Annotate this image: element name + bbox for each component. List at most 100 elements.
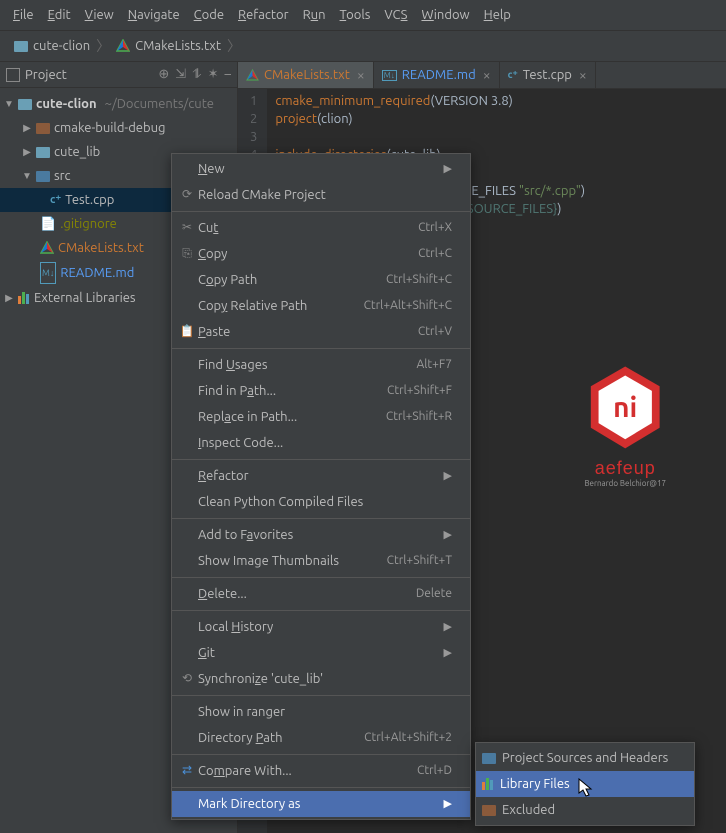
arrow-down-icon: ▼ <box>4 94 14 114</box>
submenu-arrow-icon: ▶ <box>444 467 452 485</box>
cmake-icon <box>246 69 259 82</box>
expand-icon[interactable]: ⇲ <box>175 67 186 82</box>
tree-label: CMakeLists.txt <box>58 238 144 258</box>
tab-label: README.md <box>402 68 476 82</box>
cut-icon: ✂ <box>178 219 196 237</box>
breadcrumb: cute-clion 〉 CMakeLists.txt 〉 <box>0 31 726 62</box>
tree-item-build[interactable]: ▶ cmake-build-debug <box>0 116 237 140</box>
cm-new[interactable]: New▶ <box>172 156 470 182</box>
sm-label: Excluded <box>502 801 555 819</box>
reload-icon: ⟳ <box>178 186 196 204</box>
close-icon[interactable]: × <box>579 67 587 83</box>
collapse-icon[interactable]: ⥮ <box>192 67 201 82</box>
cm-history[interactable]: Local History▶ <box>172 614 470 640</box>
menu-help[interactable]: Help <box>477 4 518 26</box>
menu-code[interactable]: Code <box>187 4 231 26</box>
tab-cmakelists[interactable]: CMakeLists.txt × <box>238 62 374 88</box>
chevron-right-icon: 〉 <box>96 36 110 56</box>
sm-library-files[interactable]: Library Files <box>476 771 694 797</box>
sidebar-header: Project ⊕ ⇲ ⥮ ✶ ⎯ <box>0 62 237 88</box>
menu-tools[interactable]: Tools <box>333 4 378 26</box>
sm-label: Library Files <box>500 775 570 793</box>
tree-label: cmake-build-debug <box>54 118 165 138</box>
menu-vcs[interactable]: VCS <box>377 4 414 26</box>
breadcrumb-root[interactable]: cute-clion <box>8 37 96 55</box>
tab-readme[interactable]: M↓ README.md × <box>374 62 500 88</box>
separator <box>172 754 470 755</box>
tab-test[interactable]: c⁺ Test.cpp × <box>500 62 596 88</box>
submenu-arrow-icon: ▶ <box>444 644 452 662</box>
sm-label: Project Sources and Headers <box>502 749 668 767</box>
cm-findpath[interactable]: Find in Path...Ctrl+Shift+F <box>172 378 470 404</box>
cm-delete[interactable]: Delete...Delete <box>172 581 470 607</box>
editor-tabs: CMakeLists.txt × M↓ README.md × c⁺ Test.… <box>238 62 726 89</box>
cm-dirpath[interactable]: Directory PathCtrl+Alt+Shift+2 <box>172 725 470 751</box>
cm-clean[interactable]: Clean Python Compiled Files <box>172 489 470 515</box>
menu-refactor[interactable]: Refactor <box>231 4 296 26</box>
cm-copy[interactable]: ⎘CopyCtrl+C <box>172 241 470 267</box>
separator <box>172 695 470 696</box>
separator <box>172 211 470 212</box>
cm-paste[interactable]: 📋PasteCtrl+V <box>172 319 470 345</box>
file-icon: 📄 <box>40 214 56 234</box>
menu-view[interactable]: View <box>78 4 121 26</box>
separator <box>172 459 470 460</box>
cm-refactor[interactable]: Refactor▶ <box>172 463 470 489</box>
menu-run[interactable]: Run <box>296 4 333 26</box>
cm-compare[interactable]: ⇄Compare With...Ctrl+D <box>172 758 470 784</box>
cm-ranger[interactable]: Show in ranger <box>172 699 470 725</box>
cm-inspect[interactable]: Inspect Code... <box>172 430 470 456</box>
close-icon[interactable]: × <box>483 67 491 83</box>
folder-icon <box>36 123 50 134</box>
compare-icon: ⇄ <box>178 762 196 780</box>
folder-icon <box>482 753 496 764</box>
menu-file[interactable]: File <box>6 4 41 26</box>
sidebar-title: Project <box>25 68 153 82</box>
separator <box>172 610 470 611</box>
tree-label: External Libraries <box>34 288 136 308</box>
target-icon[interactable]: ⊕ <box>158 67 169 82</box>
tree-label: cute_lib <box>54 142 100 162</box>
cmake-icon <box>116 39 130 53</box>
library-icon <box>18 292 30 304</box>
cm-reload[interactable]: ⟳Reload CMake Project <box>172 182 470 208</box>
gear-icon[interactable]: ✶ <box>208 67 219 82</box>
cm-copypath[interactable]: Copy PathCtrl+Shift+C <box>172 267 470 293</box>
cm-thumbs[interactable]: Show Image ThumbnailsCtrl+Shift+T <box>172 548 470 574</box>
menu-window[interactable]: Window <box>414 4 476 26</box>
library-icon <box>482 778 494 790</box>
arrow-right-icon: ▶ <box>4 288 14 308</box>
close-icon[interactable]: × <box>357 67 365 83</box>
hide-icon[interactable]: ⎯ <box>225 67 232 82</box>
watermark-logo: ni aefeup Bernardo Belchior@17 <box>584 362 666 488</box>
cm-findusages[interactable]: Find UsagesAlt+F7 <box>172 352 470 378</box>
tree-label: .gitignore <box>60 214 117 234</box>
cm-git[interactable]: Git▶ <box>172 640 470 666</box>
breadcrumb-file[interactable]: CMakeLists.txt <box>110 37 227 55</box>
menu-bar: File Edit View Navigate Code Refactor Ru… <box>0 0 726 31</box>
submenu-arrow-icon: ▶ <box>444 526 452 544</box>
arrow-right-icon: ▶ <box>22 142 32 162</box>
sm-excluded[interactable]: Excluded <box>476 797 694 823</box>
tree-label: src <box>54 166 71 186</box>
submenu-arrow-icon: ▶ <box>444 795 452 813</box>
menu-navigate[interactable]: Navigate <box>121 4 187 26</box>
cm-sync[interactable]: ⟲Synchronize 'cute_lib' <box>172 666 470 692</box>
tree-root[interactable]: ▼ cute-clion ~/Documents/cute <box>0 92 237 116</box>
cm-replace[interactable]: Replace in Path...Ctrl+Shift+R <box>172 404 470 430</box>
paste-icon: 📋 <box>178 323 196 341</box>
chevron-right-icon: 〉 <box>227 36 241 56</box>
menu-edit[interactable]: Edit <box>41 4 78 26</box>
cm-mark-directory[interactable]: Mark Directory as▶ <box>172 791 470 817</box>
separator <box>172 787 470 788</box>
sm-project-sources[interactable]: Project Sources and Headers <box>476 745 694 771</box>
folder-icon <box>36 147 50 158</box>
arrow-down-icon: ▼ <box>22 166 32 186</box>
cpp-icon: c⁺ <box>508 69 518 81</box>
tree-label: Test.cpp <box>65 190 114 210</box>
cm-favorites[interactable]: Add to Favorites▶ <box>172 522 470 548</box>
tab-label: Test.cpp <box>523 68 572 82</box>
markdown-icon: M↓ <box>382 70 397 81</box>
cm-copyrel[interactable]: Copy Relative PathCtrl+Alt+Shift+C <box>172 293 470 319</box>
cm-cut[interactable]: ✂CutCtrl+X <box>172 215 470 241</box>
